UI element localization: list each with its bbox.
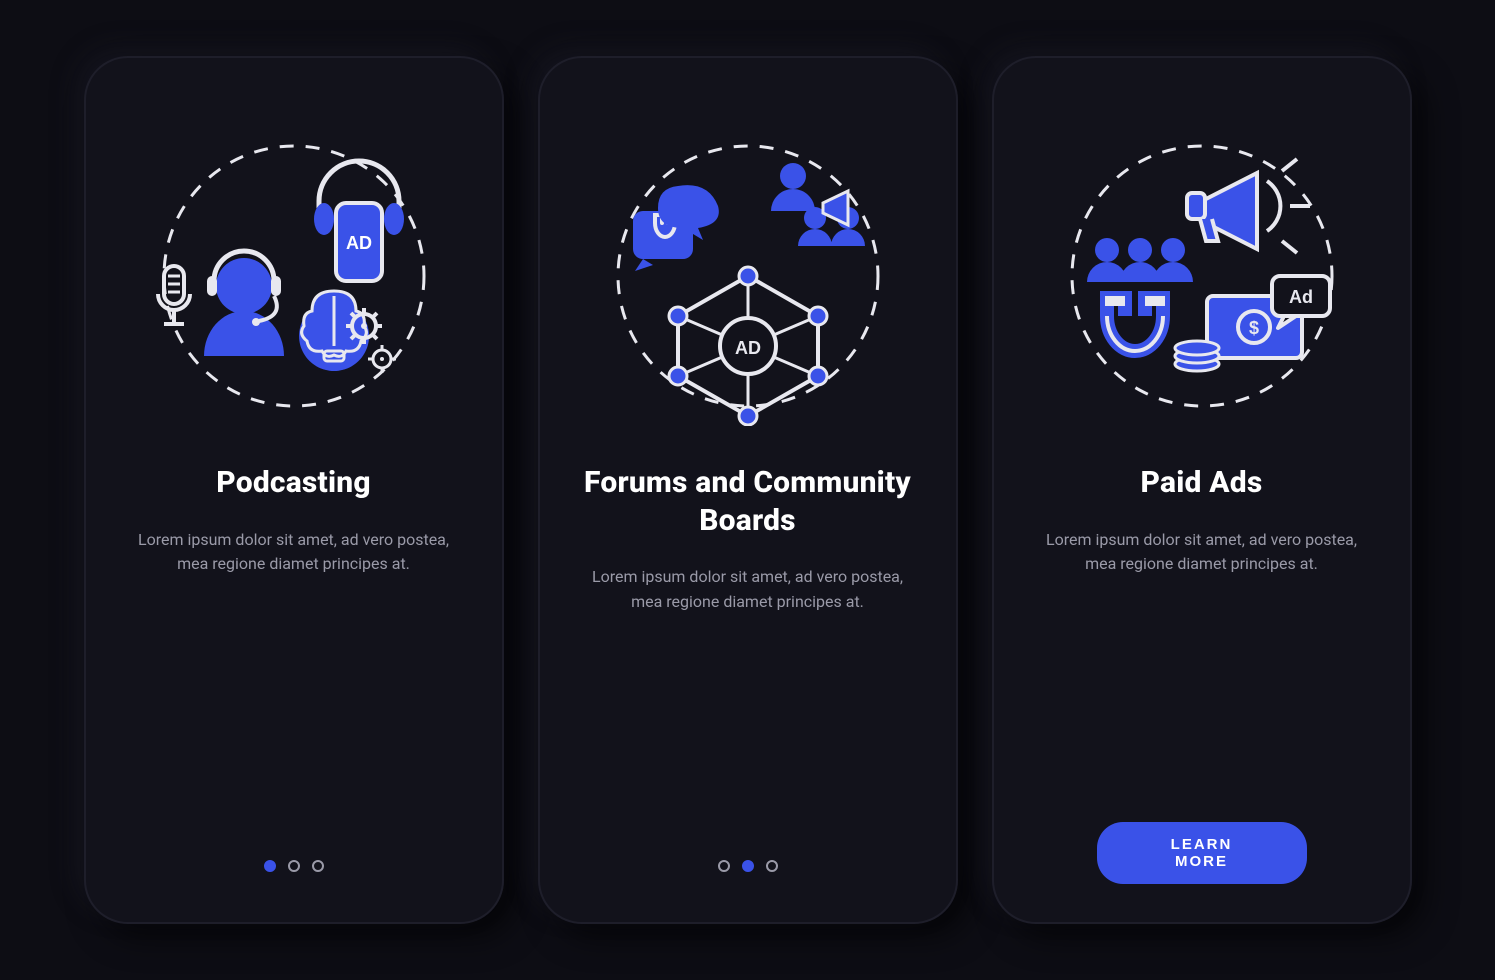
pagination-dots	[538, 860, 958, 872]
page-dot-1[interactable]	[264, 860, 276, 872]
screen-description: Lorem ipsum dolor sit amet, ad vero post…	[128, 528, 460, 578]
ad-label-icon: Ad	[1289, 287, 1313, 307]
page-dot-1[interactable]	[718, 860, 730, 872]
pagination-dots	[84, 860, 504, 872]
screen-title: Podcasting	[216, 464, 370, 502]
onboarding-screen-podcasting: AD	[84, 56, 504, 924]
screen-description: Lorem ipsum dolor sit amet, ad vero post…	[582, 565, 914, 615]
screen-title: Forums and Community Boards	[572, 464, 924, 539]
onboarding-screen-paid-ads: $ Ad Paid Ads Lorem ipsum dolor sit amet…	[992, 56, 1412, 924]
page-dot-3[interactable]	[766, 860, 778, 872]
forums-illustration: AD	[598, 126, 898, 426]
paid-ads-illustration: $ Ad	[1052, 126, 1352, 426]
page-dot-2[interactable]	[742, 860, 754, 872]
onboarding-screen-forums: AD Forums and Community Boards Lorem ips…	[538, 56, 958, 924]
learn-more-button[interactable]: LEARN MORE	[1097, 822, 1307, 884]
ad-label-icon: AD	[735, 338, 761, 358]
screen-description: Lorem ipsum dolor sit amet, ad vero post…	[1036, 528, 1368, 578]
screen-title: Paid Ads	[1141, 464, 1263, 502]
svg-text:$: $	[1248, 318, 1258, 338]
ad-label-icon: AD	[346, 233, 372, 253]
page-dot-2[interactable]	[288, 860, 300, 872]
page-dot-3[interactable]	[312, 860, 324, 872]
podcasting-illustration: AD	[144, 126, 444, 426]
